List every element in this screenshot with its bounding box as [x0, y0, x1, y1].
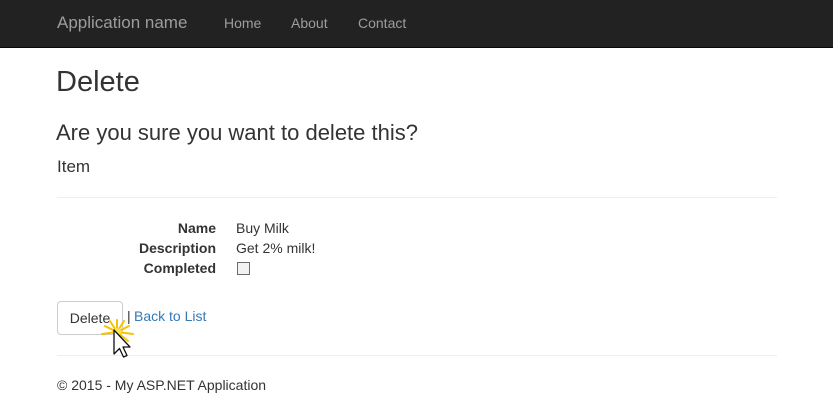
completed-label: Completed: [143, 260, 216, 276]
click-burst-icon: [101, 319, 134, 358]
nav-contact-link[interactable]: Contact: [358, 15, 406, 31]
navbar: Application name Home About Contact: [0, 0, 833, 48]
name-label: Name: [177, 220, 216, 236]
back-to-list-link[interactable]: Back to List: [134, 308, 206, 324]
footer-divider: [57, 355, 777, 356]
entity-heading: Item: [57, 157, 91, 176]
divider: [57, 197, 777, 198]
name-value: Buy Milk: [236, 220, 289, 236]
mouse-cursor: [100, 318, 140, 362]
nav-about-link[interactable]: About: [291, 15, 328, 31]
description-label: Description: [138, 240, 216, 256]
confirm-question: Are you sure you want to delete this?: [56, 120, 418, 145]
completed-checkbox: [237, 262, 250, 275]
page-title: Delete: [56, 66, 140, 98]
description-value: Get 2% milk!: [236, 240, 316, 256]
footer-text: © 2015 - My ASP.NET Application: [57, 377, 267, 393]
brand-link[interactable]: Application name: [57, 13, 187, 33]
nav-home-link[interactable]: Home: [224, 15, 261, 31]
